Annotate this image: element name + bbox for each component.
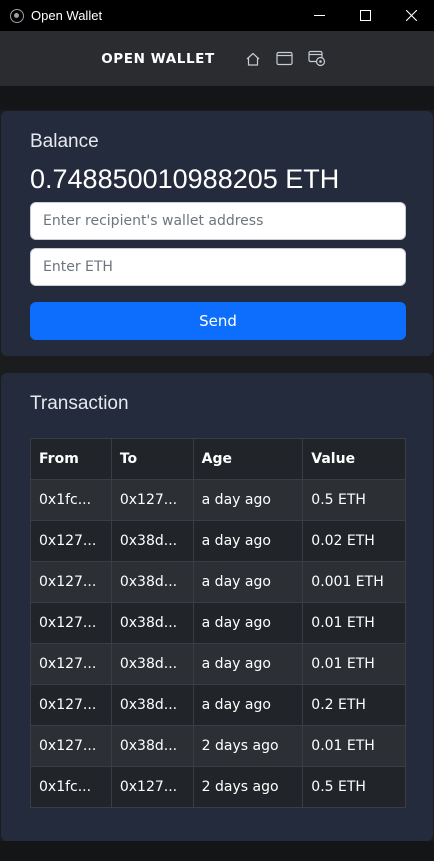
cell-from: 0x1fc...	[30, 479, 112, 521]
window-controls	[296, 0, 434, 31]
maximize-icon	[359, 10, 371, 21]
table-header-row: From To Age Value	[30, 438, 406, 480]
cell-from: 0x127...	[30, 725, 112, 767]
table-row: 0x127... 0x38d... a day ago 0.01 ETH	[30, 602, 406, 644]
table-row: 0x127... 0x38d... a day ago 0.01 ETH	[30, 643, 406, 685]
top-spacer	[0, 86, 434, 110]
cell-value: 0.001 ETH	[302, 561, 406, 603]
cell-from: 0x127...	[30, 602, 112, 644]
send-button[interactable]: Send	[30, 302, 406, 340]
cell-age: a day ago	[192, 479, 304, 521]
window-icon	[276, 51, 293, 66]
column-header-value: Value	[302, 438, 406, 480]
cell-from: 0x127...	[30, 684, 112, 726]
table-row: 0x1fc... 0x127... 2 days ago 0.5 ETH	[30, 766, 406, 808]
table-row: 0x127... 0x38d... 2 days ago 0.01 ETH	[30, 725, 406, 767]
transaction-card: Transaction From To Age Value 0x1fc... 0…	[1, 373, 433, 841]
cell-age: 2 days ago	[192, 725, 304, 767]
close-icon	[405, 10, 417, 21]
wallet-settings-nav-link[interactable]	[308, 50, 326, 68]
cell-to: 0x38d...	[110, 561, 194, 603]
cell-from: 0x1fc...	[30, 766, 112, 808]
cell-value: 0.2 ETH	[302, 684, 406, 726]
balance-amount: 0.748850010988205 ETH	[30, 164, 340, 194]
window-nav-link[interactable]	[276, 50, 294, 68]
brand-link[interactable]: OPEN WALLET	[101, 51, 215, 67]
minimize-button[interactable]	[296, 0, 342, 31]
eth-amount-input[interactable]	[30, 248, 406, 286]
cell-age: a day ago	[192, 643, 304, 685]
transaction-title: Transaction	[30, 393, 129, 414]
cell-value: 0.5 ETH	[302, 766, 406, 808]
cell-age: a day ago	[192, 602, 304, 644]
home-nav-link[interactable]	[244, 50, 262, 68]
cell-from: 0x127...	[30, 561, 112, 603]
cell-value: 0.5 ETH	[302, 479, 406, 521]
app-logo-icon	[10, 8, 24, 23]
table-row: 0x1fc... 0x127... a day ago 0.5 ETH	[30, 479, 406, 521]
column-header-from: From	[30, 438, 112, 480]
title-bar: Open Wallet	[0, 0, 434, 31]
cell-to: 0x38d...	[110, 602, 194, 644]
cell-from: 0x127...	[30, 520, 112, 562]
cell-to: 0x127...	[110, 479, 194, 521]
minimize-icon	[313, 15, 325, 16]
cell-value: 0.01 ETH	[302, 725, 406, 767]
cell-to: 0x127...	[110, 766, 194, 808]
cell-age: a day ago	[192, 520, 304, 562]
cell-value: 0.01 ETH	[302, 643, 406, 685]
cell-from: 0x127...	[30, 643, 112, 685]
column-header-to: To	[110, 438, 194, 480]
bottom-spacer	[0, 841, 434, 861]
column-header-age: Age	[192, 438, 304, 480]
balance-label: Balance	[30, 131, 99, 152]
cell-value: 0.01 ETH	[302, 602, 406, 644]
table-row: 0x127... 0x38d... a day ago 0.001 ETH	[30, 561, 406, 603]
cell-to: 0x38d...	[110, 684, 194, 726]
cell-age: a day ago	[192, 561, 304, 603]
cell-to: 0x38d...	[110, 643, 194, 685]
cell-to: 0x38d...	[110, 520, 194, 562]
wallet-settings-icon	[308, 50, 325, 67]
cell-age: a day ago	[192, 684, 304, 726]
cell-age: 2 days ago	[192, 766, 304, 808]
navbar: OPEN WALLET	[0, 31, 434, 86]
transaction-table: From To Age Value 0x1fc... 0x127... a da…	[30, 438, 406, 808]
home-icon	[246, 52, 260, 66]
balance-card: Balance 0.748850010988205 ETH Send	[1, 111, 433, 356]
maximize-button[interactable]	[342, 0, 388, 31]
close-button[interactable]	[388, 0, 434, 31]
window-title: Open Wallet	[31, 8, 103, 23]
cell-to: 0x38d...	[110, 725, 194, 767]
recipient-address-input[interactable]	[30, 202, 406, 240]
cell-value: 0.02 ETH	[302, 520, 406, 562]
table-row: 0x127... 0x38d... a day ago 0.02 ETH	[30, 520, 406, 562]
table-row: 0x127... 0x38d... a day ago 0.2 ETH	[30, 684, 406, 726]
